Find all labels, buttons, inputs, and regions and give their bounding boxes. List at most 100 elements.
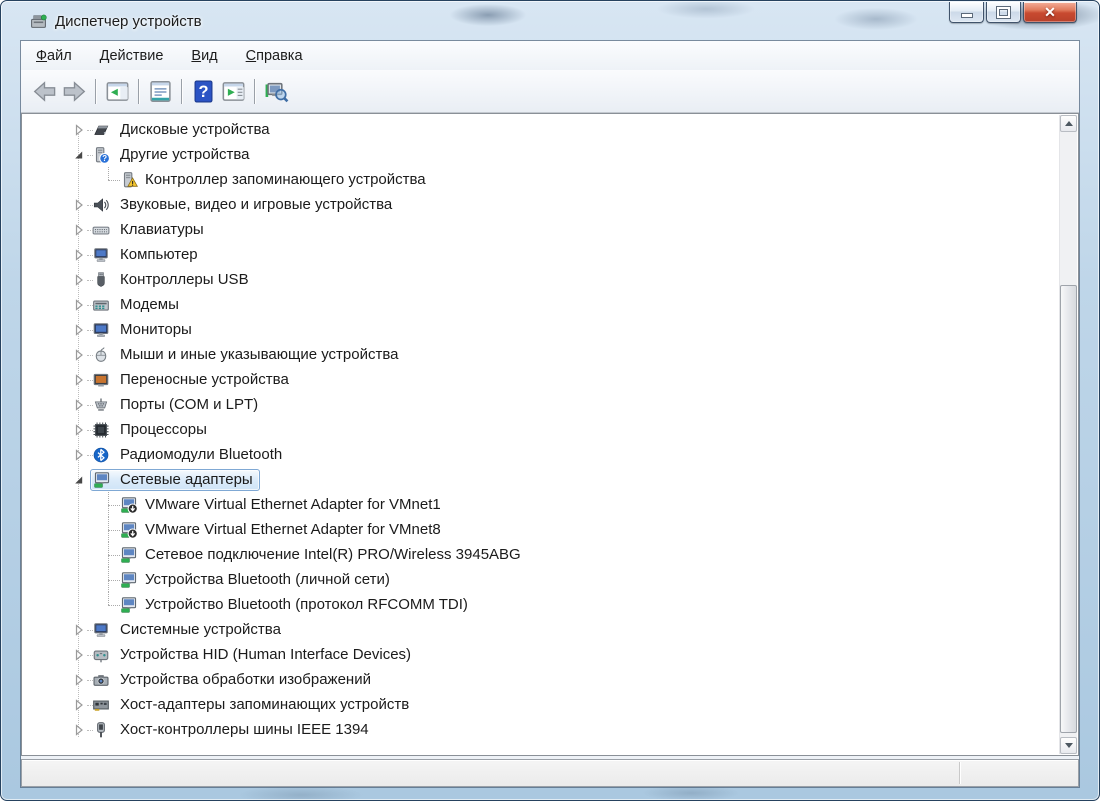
expand-arrow-icon[interactable] — [71, 672, 87, 688]
menu-action[interactable]: Действие — [93, 45, 171, 67]
tree-item-keyboards[interactable]: Клавиатуры — [22, 217, 1060, 242]
forward-button[interactable] — [59, 76, 89, 106]
tree-item-intel-wireless[interactable]: Сетевое подключение Intel(R) PRO/Wireles… — [22, 542, 1060, 567]
scrollbar-thumb[interactable] — [1060, 285, 1077, 733]
tree-item-mice[interactable]: Мыши и иные указывающие устройства — [22, 342, 1060, 367]
tree-item-audio-devices[interactable]: Звуковые, видео и игровые устройства — [22, 192, 1060, 217]
expand-arrow-icon[interactable] — [71, 697, 87, 713]
menu-help[interactable]: Справка — [239, 45, 310, 67]
toolbar-separator — [95, 78, 96, 104]
tree-item-network-adapters[interactable]: Сетевые адаптеры — [22, 467, 1060, 492]
tree-item-imaging-devices[interactable]: Устройства обработки изображений — [22, 667, 1060, 692]
expand-arrow-icon[interactable] — [71, 447, 87, 463]
processor-icon — [92, 421, 110, 439]
device-manager-window: Диспетчер устройств ✕ Файл Действие Вид … — [0, 0, 1100, 801]
tree-item-storage-host-adapters[interactable]: Хост-адаптеры запоминающих устройств — [22, 692, 1060, 717]
maximize-icon — [997, 6, 1010, 18]
tree-item-vmnet1[interactable]: VMware Virtual Ethernet Adapter for VMne… — [22, 492, 1060, 517]
tree-item-bluetooth-rfcomm[interactable]: Устройство Bluetooth (протокол RFCOMM TD… — [22, 592, 1060, 617]
network-adapter-icon — [93, 471, 111, 489]
expand-arrow-icon[interactable] — [71, 297, 87, 313]
show-action-pane-button[interactable] — [218, 76, 248, 106]
tree-item-portable-devices[interactable]: Переносные устройства — [22, 367, 1060, 392]
device-manager-icon — [30, 13, 47, 30]
menu-view[interactable]: Вид — [184, 45, 224, 67]
collapse-arrow-icon[interactable] — [71, 472, 87, 488]
computer-icon — [92, 246, 110, 264]
audio-device-icon — [92, 196, 110, 214]
titlebar[interactable]: Диспетчер устройств — [1, 1, 1099, 41]
toolbar — [21, 70, 1079, 113]
back-button[interactable] — [29, 76, 59, 106]
expand-arrow-icon[interactable] — [71, 647, 87, 663]
network-adapter-disabled-icon — [120, 521, 138, 539]
properties-button[interactable] — [145, 76, 175, 106]
hid-device-icon — [92, 646, 110, 664]
expand-arrow-icon[interactable] — [71, 722, 87, 738]
network-adapter-icon — [120, 596, 138, 614]
tree-item-system-devices[interactable]: Системные устройства — [22, 617, 1060, 642]
modem-icon — [92, 296, 110, 314]
tree-item-monitors[interactable]: Мониторы — [22, 317, 1060, 342]
minimize-button[interactable] — [949, 2, 984, 23]
expand-arrow-icon[interactable] — [71, 622, 87, 638]
mouse-icon — [92, 346, 110, 364]
show-console-tree-button[interactable] — [102, 76, 132, 106]
scroll-down-icon — [1064, 743, 1073, 748]
collapse-arrow-icon[interactable] — [71, 147, 87, 163]
imaging-device-icon — [92, 671, 110, 689]
tree-item-usb-controllers[interactable]: Контроллеры USB — [22, 267, 1060, 292]
selected-item-highlight: Сетевые адаптеры — [90, 468, 260, 491]
tree-item-modems[interactable]: Модемы — [22, 292, 1060, 317]
show-action-pane-icon — [221, 79, 246, 104]
back-icon — [31, 78, 58, 105]
expand-arrow-icon[interactable] — [71, 222, 87, 238]
network-adapter-icon — [120, 546, 138, 564]
device-tree-pane: Дисковые устройства Другие устройства Ко… — [21, 113, 1079, 756]
tree-item-bluetooth-pan[interactable]: Устройства Bluetooth (личной сети) — [22, 567, 1060, 592]
tree-item-ieee1394-controllers[interactable]: Хост-контроллеры шины IEEE 1394 — [22, 717, 1060, 742]
vertical-scrollbar[interactable] — [1059, 115, 1077, 754]
tree-item-computer[interactable]: Компьютер — [22, 242, 1060, 267]
window-controls: ✕ — [949, 2, 1077, 23]
maximize-button[interactable] — [986, 2, 1021, 23]
expand-arrow-icon[interactable] — [71, 272, 87, 288]
statusbar-left-pane — [22, 760, 959, 786]
expand-arrow-icon[interactable] — [71, 247, 87, 263]
tree-item-bluetooth-radios[interactable]: Радиомодули Bluetooth — [22, 442, 1060, 467]
device-tree: Дисковые устройства Другие устройства Ко… — [22, 115, 1060, 755]
client-area: Файл Действие Вид Справка Дисковые устро… — [21, 41, 1079, 787]
scroll-up-button[interactable] — [1060, 115, 1077, 132]
unknown-device-icon — [92, 146, 110, 164]
help-button[interactable] — [188, 76, 218, 106]
usb-controller-icon — [92, 271, 110, 289]
expand-arrow-icon[interactable] — [71, 322, 87, 338]
expand-arrow-icon[interactable] — [71, 372, 87, 388]
system-devices-icon — [92, 621, 110, 639]
tree-item-storage-controller[interactable]: Контроллер запоминающего устройства — [22, 167, 1060, 192]
expand-arrow-icon[interactable] — [71, 122, 87, 138]
menu-file[interactable]: Файл — [29, 45, 79, 67]
tree-item-ports[interactable]: Порты (COM и LPT) — [22, 392, 1060, 417]
window-title: Диспетчер устройств — [55, 12, 202, 30]
monitor-icon — [92, 321, 110, 339]
ieee1394-icon — [92, 721, 110, 739]
disk-drive-icon — [92, 121, 110, 139]
expand-arrow-icon[interactable] — [71, 422, 87, 438]
expand-arrow-icon[interactable] — [71, 197, 87, 213]
scroll-down-button[interactable] — [1060, 737, 1077, 754]
toolbar-separator — [138, 78, 139, 104]
tree-item-other-devices[interactable]: Другие устройства — [22, 142, 1060, 167]
bluetooth-icon — [92, 446, 110, 464]
scan-hardware-changes-icon — [264, 79, 289, 104]
close-button[interactable]: ✕ — [1023, 2, 1077, 23]
network-adapter-icon — [120, 571, 138, 589]
expand-arrow-icon[interactable] — [71, 347, 87, 363]
expand-arrow-icon[interactable] — [71, 397, 87, 413]
tree-item-disk-drives[interactable]: Дисковые устройства — [22, 117, 1060, 142]
help-icon — [191, 79, 216, 104]
tree-item-processors[interactable]: Процессоры — [22, 417, 1060, 442]
scan-hardware-changes-button[interactable] — [261, 76, 291, 106]
tree-item-hid-devices[interactable]: Устройства HID (Human Interface Devices) — [22, 642, 1060, 667]
tree-item-vmnet8[interactable]: VMware Virtual Ethernet Adapter for VMne… — [22, 517, 1060, 542]
